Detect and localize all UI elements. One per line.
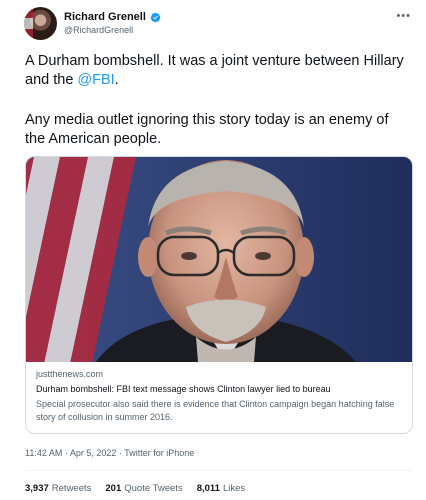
card-image — [26, 157, 412, 362]
quote-tweets-stat[interactable]: 201 Quote Tweets — [105, 483, 182, 494]
likes-count: 8,011 — [196, 483, 220, 494]
divider — [25, 470, 413, 471]
avatar-flag-detail — [24, 7, 33, 40]
verified-badge-icon — [150, 12, 161, 22]
more-icon[interactable]: ••• — [396, 10, 411, 22]
tweet-text-paragraph-2: Any media outlet ignoring this story tod… — [25, 112, 389, 147]
card-photo — [26, 157, 412, 362]
author-name[interactable]: Richard Grenell — [64, 11, 146, 23]
author-name-row: Richard Grenell — [64, 9, 161, 25]
card-title: Durham bombshell: FBI text message shows… — [36, 384, 331, 394]
tweet: Richard Grenell @RichardGrenell ••• A Du… — [0, 0, 426, 500]
author-handle[interactable]: @RichardGrenell — [64, 25, 133, 35]
likes-stat[interactable]: 8,011 Likes — [197, 483, 245, 494]
quote-tweets-label: Quote Tweets — [124, 483, 183, 494]
mention-link[interactable]: @FBI — [77, 72, 114, 88]
tweet-text-paragraph-1: A Durham bombshell. It was a joint ventu… — [25, 52, 410, 90]
card-description: Special prosecutor also said there is ev… — [36, 399, 395, 422]
avatar[interactable] — [24, 7, 57, 40]
retweets-count: 3,937 — [25, 483, 49, 494]
quote-tweets-count: 201 — [105, 483, 122, 494]
card-meta: justthenews.com Durham bombshell: FBI te… — [26, 362, 412, 433]
engagement-stats: 3,937 Retweets 201 Quote Tweets 8,011 Likes — [25, 483, 245, 494]
link-card[interactable]: justthenews.com Durham bombshell: FBI te… — [25, 156, 413, 434]
retweets-label: Retweets — [51, 483, 92, 494]
tweet-timestamp[interactable]: 11:42 AM · Apr 5, 2022 · Twitter for iPh… — [25, 448, 194, 458]
tweet-text-line1-end: . — [114, 72, 119, 88]
likes-label: Likes — [222, 483, 246, 494]
retweets-stat[interactable]: 3,937 Retweets — [25, 483, 91, 494]
card-domain: justthenews.com — [36, 369, 104, 379]
